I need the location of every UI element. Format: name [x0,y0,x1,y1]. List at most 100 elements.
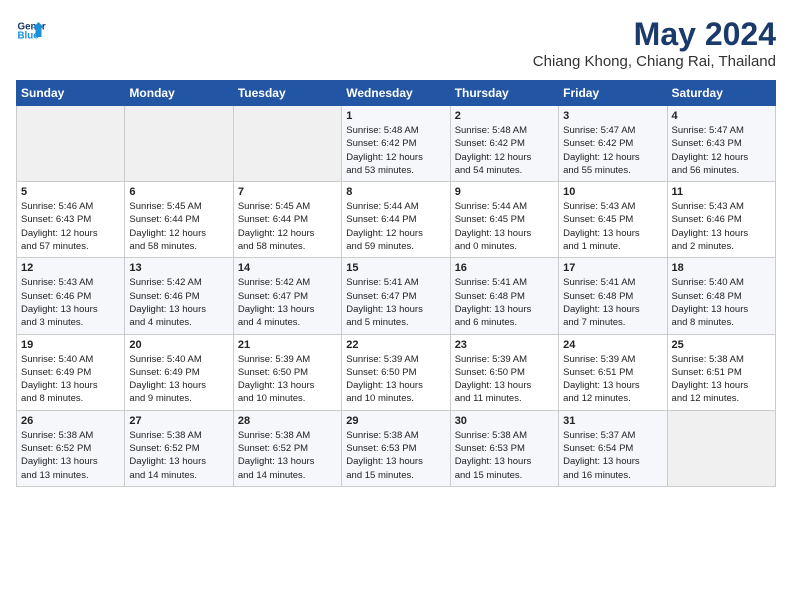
day-info: Sunrise: 5:39 AMSunset: 6:50 PMDaylight:… [238,353,337,406]
calendar-cell: 2 Sunrise: 5:48 AMSunset: 6:42 PMDaylight… [450,106,558,182]
day-info: Sunrise: 5:46 AMSunset: 6:43 PMDaylight:… [21,200,120,253]
day-number: 24 [563,339,662,351]
day-number: 2 [455,110,554,122]
day-number: 3 [563,110,662,122]
day-number: 19 [21,339,120,351]
calendar-cell: 24 Sunrise: 5:39 AMSunset: 6:51 PMDayligh… [559,334,667,410]
calendar-week-row: 5 Sunrise: 5:46 AMSunset: 6:43 PMDaylight… [17,182,776,258]
calendar-cell: 12 Sunrise: 5:43 AMSunset: 6:46 PMDayligh… [17,258,125,334]
calendar-cell: 31 Sunrise: 5:37 AMSunset: 6:54 PMDayligh… [559,410,667,486]
day-header-monday: Monday [125,81,233,106]
day-number: 10 [563,186,662,198]
logo: General Blue [16,16,46,46]
day-info: Sunrise: 5:42 AMSunset: 6:46 PMDaylight:… [129,276,228,329]
day-number: 27 [129,415,228,427]
day-number: 30 [455,415,554,427]
day-info: Sunrise: 5:38 AMSunset: 6:53 PMDaylight:… [455,429,554,482]
day-info: Sunrise: 5:39 AMSunset: 6:50 PMDaylight:… [455,353,554,406]
day-info: Sunrise: 5:43 AMSunset: 6:45 PMDaylight:… [563,200,662,253]
day-number: 1 [346,110,445,122]
calendar-cell: 21 Sunrise: 5:39 AMSunset: 6:50 PMDayligh… [233,334,341,410]
day-info: Sunrise: 5:41 AMSunset: 6:47 PMDaylight:… [346,276,445,329]
calendar-cell: 13 Sunrise: 5:42 AMSunset: 6:46 PMDayligh… [125,258,233,334]
day-header-saturday: Saturday [667,81,775,106]
calendar-cell: 6Sunrise: 5:45 AMSunset: 6:44 PMDaylight… [125,182,233,258]
day-info: Sunrise: 5:45 AMSunset: 6:44 PMDaylight:… [238,200,337,253]
page-subtitle: Chiang Khong, Chiang Rai, Thailand [533,53,776,70]
title-section: May 2024 Chiang Khong, Chiang Rai, Thail… [533,16,776,70]
day-number: 15 [346,262,445,274]
calendar-cell: 8 Sunrise: 5:44 AMSunset: 6:44 PMDaylight… [342,182,450,258]
day-info: Sunrise: 5:39 AMSunset: 6:50 PMDaylight:… [346,353,445,406]
calendar-cell: 18Sunrise: 5:40 AMSunset: 6:48 PMDayligh… [667,258,775,334]
calendar-cell: 28 Sunrise: 5:38 AMSunset: 6:52 PMDayligh… [233,410,341,486]
header: General Blue May 2024 Chiang Khong, Chia… [16,16,776,70]
day-info: Sunrise: 5:47 AMSunset: 6:43 PMDaylight:… [672,124,771,177]
calendar-cell: 29Sunrise: 5:38 AMSunset: 6:53 PMDayligh… [342,410,450,486]
day-header-wednesday: Wednesday [342,81,450,106]
day-info: Sunrise: 5:48 AMSunset: 6:42 PMDaylight:… [455,124,554,177]
day-number: 28 [238,415,337,427]
calendar-header-row: SundayMondayTuesdayWednesdayThursdayFrid… [17,81,776,106]
day-info: Sunrise: 5:38 AMSunset: 6:52 PMDaylight:… [238,429,337,482]
day-info: Sunrise: 5:43 AMSunset: 6:46 PMDaylight:… [672,200,771,253]
day-number: 20 [129,339,228,351]
day-number: 9 [455,186,554,198]
calendar-cell: 20 Sunrise: 5:40 AMSunset: 6:49 PMDayligh… [125,334,233,410]
day-number: 12 [21,262,120,274]
calendar-cell: 3 Sunrise: 5:47 AMSunset: 6:42 PMDaylight… [559,106,667,182]
day-info: Sunrise: 5:38 AMSunset: 6:53 PMDaylight:… [346,429,445,482]
day-info: Sunrise: 5:37 AMSunset: 6:54 PMDaylight:… [563,429,662,482]
calendar-cell: 26 Sunrise: 5:38 AMSunset: 6:52 PMDayligh… [17,410,125,486]
day-number: 14 [238,262,337,274]
calendar-cell: 10 Sunrise: 5:43 AMSunset: 6:45 PMDayligh… [559,182,667,258]
calendar-cell: 27 Sunrise: 5:38 AMSunset: 6:52 PMDayligh… [125,410,233,486]
day-number: 4 [672,110,771,122]
calendar-cell: 22Sunrise: 5:39 AMSunset: 6:50 PMDayligh… [342,334,450,410]
day-info: Sunrise: 5:41 AMSunset: 6:48 PMDaylight:… [563,276,662,329]
day-info: Sunrise: 5:44 AMSunset: 6:44 PMDaylight:… [346,200,445,253]
calendar-week-row: 1 Sunrise: 5:48 AMSunset: 6:42 PMDaylight… [17,106,776,182]
day-number: 17 [563,262,662,274]
day-number: 16 [455,262,554,274]
day-info: Sunrise: 5:40 AMSunset: 6:49 PMDaylight:… [129,353,228,406]
day-number: 25 [672,339,771,351]
day-number: 5 [21,186,120,198]
calendar-cell: 23 Sunrise: 5:39 AMSunset: 6:50 PMDayligh… [450,334,558,410]
day-info: Sunrise: 5:41 AMSunset: 6:48 PMDaylight:… [455,276,554,329]
calendar-cell: 11Sunrise: 5:43 AMSunset: 6:46 PMDayligh… [667,182,775,258]
calendar-cell: 16 Sunrise: 5:41 AMSunset: 6:48 PMDayligh… [450,258,558,334]
calendar-cell: 15 Sunrise: 5:41 AMSunset: 6:47 PMDayligh… [342,258,450,334]
calendar-table: SundayMondayTuesdayWednesdayThursdayFrid… [16,80,776,487]
calendar-week-row: 19 Sunrise: 5:40 AMSunset: 6:49 PMDayligh… [17,334,776,410]
day-number: 8 [346,186,445,198]
calendar-cell: 5 Sunrise: 5:46 AMSunset: 6:43 PMDaylight… [17,182,125,258]
calendar-week-row: 12 Sunrise: 5:43 AMSunset: 6:46 PMDayligh… [17,258,776,334]
day-number: 26 [21,415,120,427]
calendar-cell [233,106,341,182]
day-number: 23 [455,339,554,351]
calendar-cell: 14Sunrise: 5:42 AMSunset: 6:47 PMDayligh… [233,258,341,334]
day-header-sunday: Sunday [17,81,125,106]
day-info: Sunrise: 5:48 AMSunset: 6:42 PMDaylight:… [346,124,445,177]
day-number: 7 [238,186,337,198]
day-info: Sunrise: 5:38 AMSunset: 6:52 PMDaylight:… [129,429,228,482]
day-info: Sunrise: 5:47 AMSunset: 6:42 PMDaylight:… [563,124,662,177]
day-number: 21 [238,339,337,351]
day-info: Sunrise: 5:38 AMSunset: 6:52 PMDaylight:… [21,429,120,482]
calendar-cell [667,410,775,486]
day-info: Sunrise: 5:45 AMSunset: 6:44 PMDaylight:… [129,200,228,253]
day-header-friday: Friday [559,81,667,106]
day-info: Sunrise: 5:40 AMSunset: 6:48 PMDaylight:… [672,276,771,329]
calendar-cell [125,106,233,182]
day-info: Sunrise: 5:39 AMSunset: 6:51 PMDaylight:… [563,353,662,406]
day-info: Sunrise: 5:40 AMSunset: 6:49 PMDaylight:… [21,353,120,406]
day-number: 31 [563,415,662,427]
calendar-cell: 25Sunrise: 5:38 AMSunset: 6:51 PMDayligh… [667,334,775,410]
day-number: 13 [129,262,228,274]
day-info: Sunrise: 5:43 AMSunset: 6:46 PMDaylight:… [21,276,120,329]
day-info: Sunrise: 5:44 AMSunset: 6:45 PMDaylight:… [455,200,554,253]
calendar-cell: 9 Sunrise: 5:44 AMSunset: 6:45 PMDaylight… [450,182,558,258]
calendar-cell: 19 Sunrise: 5:40 AMSunset: 6:49 PMDayligh… [17,334,125,410]
calendar-week-row: 26 Sunrise: 5:38 AMSunset: 6:52 PMDayligh… [17,410,776,486]
